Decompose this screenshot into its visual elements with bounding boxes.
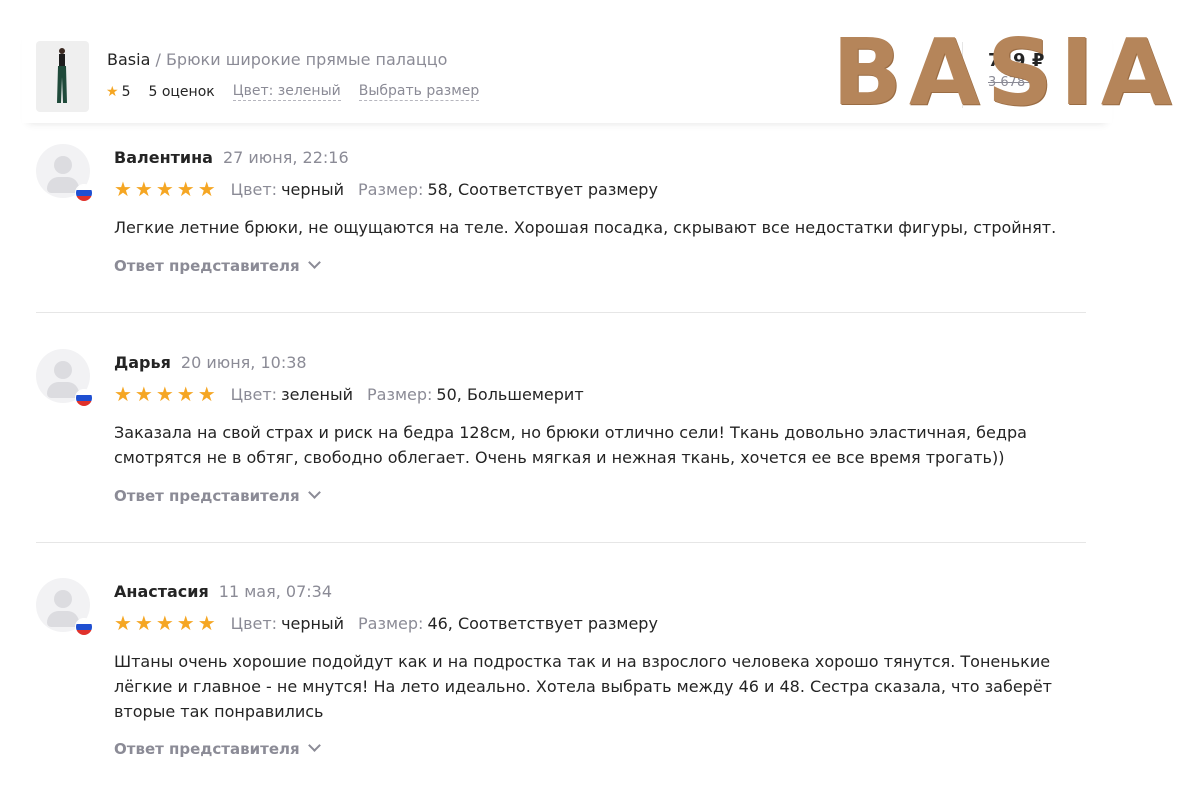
color-value: черный	[281, 613, 345, 633]
review-date: 11 мая, 07:34	[218, 582, 332, 601]
seller-answer-label: Ответ представителя	[114, 487, 300, 505]
chevron-down-icon	[307, 739, 321, 752]
color-select-link[interactable]: Цвет: зеленый	[232, 83, 341, 101]
size-label: Размер:	[358, 179, 424, 199]
reviewer-name: Анастасия	[114, 582, 209, 601]
brand-logo: B A S I A	[832, 19, 1172, 126]
logo-letter: A	[1100, 19, 1172, 126]
product-title: Брюки широкие прямые палаццо	[165, 50, 448, 69]
review-header: Дарья 20 июня, 10:38	[114, 353, 307, 372]
size-label: Размер:	[366, 384, 433, 404]
star-icon: ★	[106, 84, 119, 100]
russia-flag-icon	[75, 618, 93, 636]
russia-flag-icon	[75, 184, 93, 202]
review-details: ★★★★★ Цвет: зеленый Размер: 50, Большемери…	[114, 382, 598, 406]
review-header: Анастасия 11 мая, 07:34	[114, 582, 332, 601]
logo-letter: S	[986, 19, 1054, 126]
product-breadcrumb: Basia / Брюки широкие прямые палаццо	[107, 50, 447, 69]
chevron-down-icon	[307, 256, 321, 269]
product-thumbnail[interactable]	[36, 41, 89, 112]
reviewer-name: Дарья	[114, 353, 171, 372]
avatar-placeholder-icon	[54, 361, 72, 379]
logo-letter: A	[908, 19, 981, 126]
review-date: 20 июня, 10:38	[180, 353, 307, 372]
avatar-placeholder-icon	[54, 156, 72, 174]
avatar	[36, 578, 93, 636]
review-date: 27 июня, 22:16	[222, 148, 349, 167]
rating-stars-icon: ★★★★★	[114, 382, 219, 406]
review-details: ★★★★★ Цвет: черный Размер: 46, Соответству…	[114, 611, 672, 635]
review-text: Заказала на свой страх и риск на бедра 1…	[114, 423, 1027, 467]
avatar	[36, 144, 93, 202]
review-divider	[36, 542, 1086, 543]
russia-flag-icon	[75, 389, 93, 407]
seller-answer-toggle[interactable]: Ответ представителя	[114, 256, 321, 275]
avatar	[36, 349, 93, 407]
color-label: Цвет:	[230, 613, 278, 633]
chevron-down-icon	[307, 486, 321, 499]
product-meta: ★ 5 5 оценок Цвет: зеленый Выбрать разме…	[106, 83, 497, 101]
size-select-link[interactable]: Выбрать размер	[358, 83, 480, 101]
color-value: черный	[281, 179, 345, 199]
reviewer-name: Валентина	[114, 148, 213, 167]
avatar-placeholder-icon	[54, 590, 72, 608]
size-value: 58, Соответствует размеру	[427, 179, 658, 199]
product-rating: 5	[121, 84, 131, 100]
color-value: зеленый	[281, 384, 353, 404]
seller-answer-label: Ответ представителя	[114, 740, 300, 758]
breadcrumb-separator: /	[150, 50, 166, 69]
review-text: Штаны очень хорошие подойдут как и на по…	[114, 652, 1052, 721]
rating-stars-icon: ★★★★★	[114, 177, 219, 201]
color-label: Цвет:	[230, 179, 278, 199]
review-text: Легкие летние брюки, не ощущаются на тел…	[114, 218, 1057, 237]
brand-link[interactable]: Basia	[107, 50, 150, 69]
size-label: Размер:	[358, 613, 424, 633]
review-header: Валентина 27 июня, 22:16	[114, 148, 349, 167]
ratings-count: 5 оценок	[148, 84, 215, 100]
logo-letter: B	[832, 19, 903, 126]
size-value: 50, Большемерит	[436, 384, 584, 404]
color-label: Цвет:	[230, 384, 278, 404]
seller-answer-label: Ответ представителя	[114, 257, 300, 275]
size-value: 46, Соответствует размеру	[427, 613, 658, 633]
review-details: ★★★★★ Цвет: черный Размер: 58, Соответству…	[114, 177, 672, 201]
rating-stars-icon: ★★★★★	[114, 611, 219, 635]
product-figure-image	[57, 48, 67, 103]
seller-answer-toggle[interactable]: Ответ представителя	[114, 486, 321, 505]
review-divider	[36, 312, 1086, 313]
logo-letter: I	[1059, 19, 1095, 126]
seller-answer-toggle[interactable]: Ответ представителя	[114, 739, 321, 758]
